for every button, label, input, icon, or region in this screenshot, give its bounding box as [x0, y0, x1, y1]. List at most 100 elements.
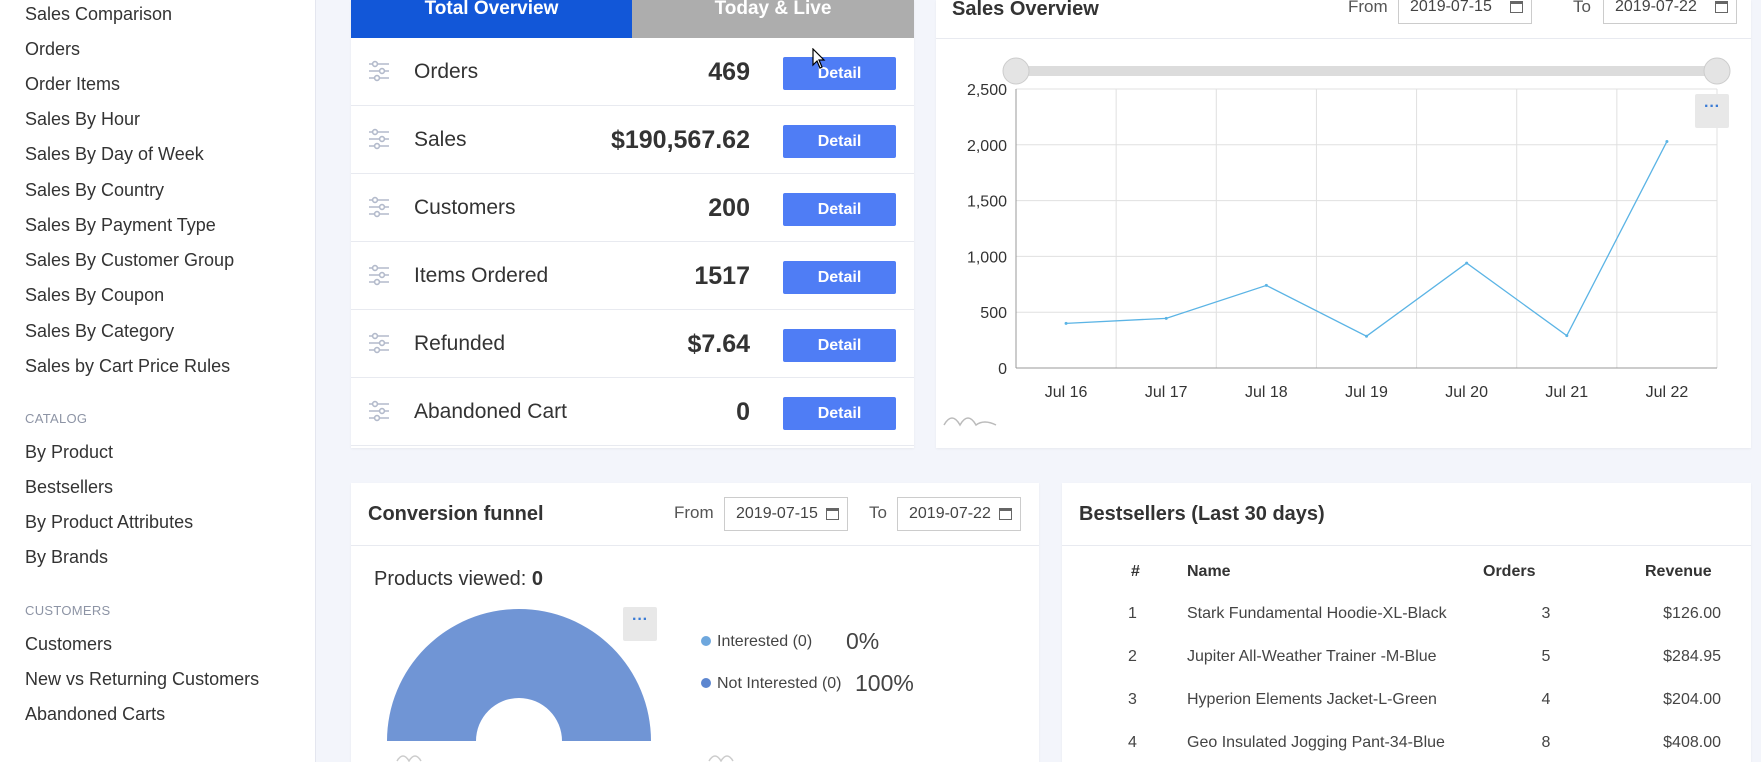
overview-row: Customers 200 Detail — [351, 174, 914, 242]
detail-button[interactable]: Detail — [783, 397, 896, 430]
conversion-funnel-panel: Conversion funnel From 2019-07-15 To 201… — [351, 483, 1039, 762]
overview-row-value: $7.64 — [687, 330, 750, 358]
sidebar-item-by-brands[interactable]: By Brands — [25, 547, 108, 568]
sliders-icon — [368, 264, 390, 286]
detail-button[interactable]: Detail — [783, 193, 896, 226]
col-header-num: # — [1131, 563, 1140, 580]
sidebar-item-by-product[interactable]: By Product — [25, 442, 113, 463]
overview-row-label: Orders — [414, 60, 479, 83]
tab-today-live[interactable]: Today & Live — [632, 0, 914, 38]
y-tick-label: 0 — [998, 361, 1007, 378]
y-tick-label: 2,000 — [967, 138, 1007, 155]
x-tick-label: Jul 17 — [1145, 384, 1188, 401]
sidebar-item-new-vs-returning-customers[interactable]: New vs Returning Customers — [25, 669, 259, 690]
x-tick-label: Jul 20 — [1445, 384, 1488, 401]
cell-name: Jupiter All-Weather Trainer -M-Blue — [1187, 648, 1437, 665]
overview-row-value: $190,567.62 — [610, 126, 750, 154]
legend-not-interested: Not Interested (0) — [701, 675, 842, 693]
sliders-icon — [368, 60, 390, 82]
detail-button[interactable]: Detail — [783, 125, 896, 158]
data-point — [1665, 139, 1669, 143]
data-point — [1465, 261, 1469, 265]
cell-orders: 8 — [1541, 734, 1551, 751]
sidebar-item-bestsellers[interactable]: Bestsellers — [25, 477, 113, 498]
sliders-icon — [368, 196, 390, 218]
overview-panel: Total Overview Today & Live Orders 469 Det… — [351, 0, 914, 448]
x-tick-label: Jul 19 — [1345, 384, 1388, 401]
cell-revenue: $284.95 — [1663, 648, 1721, 665]
chart-menu-button[interactable]: ··· — [1695, 94, 1729, 128]
cell-revenue: $204.00 — [1663, 691, 1721, 708]
chart-watermark-icon — [943, 417, 997, 427]
sidebar: Sales Comparison Orders Order Items Sale… — [0, 0, 316, 762]
sidebar-item-sales-by-category[interactable]: Sales By Category — [25, 321, 174, 342]
legend-not-interested-label: Not Interested (0) — [717, 675, 842, 692]
range-handle-left — [1002, 57, 1030, 85]
range-slider-track — [1016, 66, 1717, 76]
overview-row-label: Items Ordered — [414, 264, 549, 287]
overview-row-label: Sales — [414, 128, 467, 151]
col-header-name: Name — [1187, 563, 1231, 580]
cell-orders: 4 — [1541, 691, 1551, 708]
legend-interested-pct: 0% — [846, 628, 880, 654]
legend-interested-label: Interested (0) — [717, 633, 813, 650]
y-tick-label: 2,500 — [967, 82, 1007, 99]
sidebar-item-sales-by-country[interactable]: Sales By Country — [25, 180, 164, 201]
detail-button[interactable]: Detail — [783, 329, 896, 362]
sidebar-item-sales-by-payment-type[interactable]: Sales By Payment Type — [25, 215, 216, 236]
data-point — [1365, 334, 1368, 338]
sidebar-item-sales-comparison[interactable]: Sales Comparison — [25, 4, 172, 25]
cell-name: Hyperion Elements Jacket-L-Green — [1187, 691, 1437, 708]
y-tick-label: 1,500 — [967, 194, 1007, 211]
sales-overview-panel: Sales Overview From 2019-07-15 To 2019-0… — [936, 0, 1751, 448]
overview-row: Sales $190,567.62 Detail — [351, 106, 914, 174]
x-tick-label: Jul 18 — [1245, 384, 1288, 401]
sidebar-item-orders[interactable]: Orders — [25, 39, 80, 60]
overview-row: Items Ordered 1517 Detail — [351, 242, 914, 310]
overview-row-value: 0 — [736, 398, 750, 426]
cell-num: 1 — [1128, 605, 1137, 622]
overview-row-label: Refunded — [414, 332, 506, 355]
sidebar-item-customers[interactable]: Customers — [25, 634, 112, 655]
sidebar-item-abandoned-carts[interactable]: Abandoned Carts — [25, 704, 165, 725]
sliders-icon — [368, 332, 390, 354]
col-header-revenue: Revenue — [1645, 563, 1712, 580]
sidebar-heading-customers: CUSTOMERS — [25, 603, 111, 618]
cell-name: Stark Fundamental Hoodie-XL-Black — [1187, 605, 1447, 622]
overview-row-value: 469 — [708, 58, 750, 86]
sidebar-item-sales-by-coupon[interactable]: Sales By Coupon — [25, 285, 164, 306]
sliders-icon — [368, 400, 390, 422]
bestsellers-panel: Bestsellers (Last 30 days) # Name Orders… — [1062, 483, 1751, 762]
legend-dot — [701, 636, 711, 646]
cell-num: 2 — [1128, 648, 1137, 665]
range-handle-right — [1703, 57, 1731, 85]
x-tick-label: Jul 21 — [1545, 384, 1588, 401]
detail-button[interactable]: Detail — [783, 261, 896, 294]
sidebar-item-sales-by-cart-price-rules[interactable]: Sales by Cart Price Rules — [25, 356, 230, 377]
cell-revenue: $408.00 — [1663, 734, 1721, 751]
chart-watermark-icon — [396, 755, 734, 762]
sidebar-item-sales-by-hour[interactable]: Sales By Hour — [25, 109, 140, 130]
data-point — [1264, 283, 1268, 287]
overview-row-label: Abandoned Cart — [414, 400, 567, 423]
sidebar-item-order-items[interactable]: Order Items — [25, 74, 120, 95]
sales-line-chart: 0 500 1,000 1,500 2,000 2,500 Jul 16 Jul 17 Jul … — [943, 57, 1731, 427]
tab-total-overview[interactable]: Total Overview — [351, 0, 632, 38]
overview-row-value: 1517 — [694, 262, 750, 290]
y-tick-label: 500 — [980, 305, 1007, 322]
mouse-cursor-icon — [812, 48, 826, 69]
y-tick-label: 1,000 — [967, 249, 1007, 266]
legend-not-interested-pct: 100% — [855, 670, 914, 696]
col-header-orders: Orders — [1483, 563, 1536, 580]
sidebar-item-sales-by-day-of-week[interactable]: Sales By Day of Week — [25, 144, 204, 165]
detail-button[interactable]: Detail — [783, 57, 896, 90]
sidebar-item-sales-by-customer-group[interactable]: Sales By Customer Group — [25, 250, 234, 271]
funnel-menu-button[interactable]: ··· — [623, 607, 657, 641]
sidebar-item-by-product-attributes[interactable]: By Product Attributes — [25, 512, 193, 533]
cell-revenue: $126.00 — [1663, 605, 1721, 622]
overview-row-value: 200 — [708, 194, 750, 222]
series-line — [1066, 141, 1668, 337]
bestsellers-title: Bestsellers (Last 30 days) — [1079, 503, 1325, 525]
overview-row: Refunded $7.64 Detail — [351, 310, 914, 378]
x-tick-label: Jul 22 — [1646, 384, 1689, 401]
